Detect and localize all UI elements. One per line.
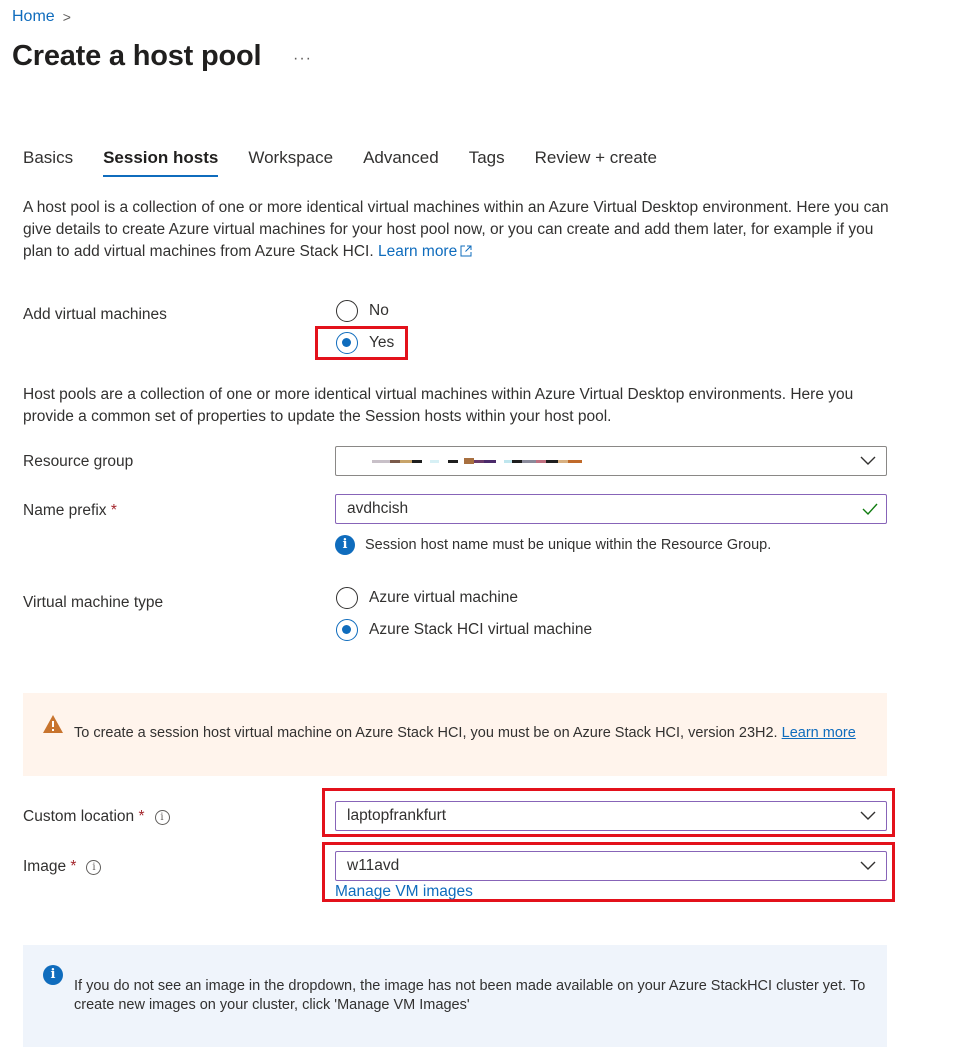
add-vms-option-no[interactable]: No [336,300,389,322]
add-vms-option-yes[interactable]: Yes [336,332,394,354]
vm-type-option-hci[interactable]: Azure Stack HCI virtual machine [336,619,592,641]
intro-learn-more-label: Learn more [377,243,458,260]
more-options-icon[interactable]: ··· [293,50,312,68]
warning-text: To create a session host virtual machine… [74,725,856,741]
image-label: Image * i [23,858,102,876]
manage-vm-images-link[interactable]: Manage VM images [335,883,473,901]
required-marker: * [70,858,77,875]
checkmark-icon [862,503,878,516]
warning-learn-more-link[interactable]: Learn more [782,725,856,741]
warning-message: To create a session host virtual machine… [74,725,778,741]
required-marker: * [138,808,145,825]
external-link-icon [460,245,472,257]
name-prefix-hint: i Session host name must be unique withi… [335,535,771,555]
chevron-down-icon [860,456,876,465]
custom-location-label: Custom location * i [23,808,170,826]
redacted-value [372,457,582,465]
tab-advanced[interactable]: Advanced [363,148,439,177]
tab-workspace[interactable]: Workspace [248,148,333,177]
intro-learn-more-link[interactable]: Learn more [378,243,472,260]
radio-yes[interactable] [336,332,358,354]
resource-group-label: Resource group [23,453,134,470]
required-marker: * [110,502,117,519]
add-vms-label: Add virtual machines [23,306,167,323]
vm-type-option-azure[interactable]: Azure virtual machine [336,587,518,609]
name-prefix-hint-text: Session host name must be unique within … [365,537,772,553]
radio-no-label: No [369,302,389,319]
info-icon: i [335,535,355,555]
name-prefix-label: Name prefix * [23,502,117,520]
breadcrumb-home-link[interactable]: Home [12,8,55,26]
name-prefix-value: avdhcish [347,500,409,517]
info-tooltip-icon[interactable]: i [154,810,170,825]
resource-group-dropdown[interactable] [335,446,887,476]
image-label-text: Image [23,858,67,875]
name-prefix-label-text: Name prefix [23,502,107,519]
wizard-tabs: Basics Session hosts Workspace Advanced … [23,148,687,177]
chevron-right-icon: > [62,9,71,25]
info-banner-text: If you do not see an image in the dropdo… [74,978,866,1013]
radio-azure-vm-label: Azure virtual machine [369,589,519,606]
radio-hci-vm-label: Azure Stack HCI virtual machine [369,621,593,638]
chevron-down-icon [860,861,876,870]
info-icon: i [43,965,63,985]
custom-location-label-text: Custom location [23,808,135,825]
radio-no[interactable] [336,300,358,322]
tab-tags[interactable]: Tags [469,148,505,177]
vm-type-label: Virtual machine type [23,594,164,611]
image-value: w11avd [347,857,400,874]
warning-banner: To create a session host virtual machine… [23,693,887,776]
info-tooltip-icon[interactable]: i [86,860,102,875]
chevron-down-icon [860,811,876,820]
name-prefix-input[interactable]: avdhcish [335,494,887,524]
image-dropdown[interactable]: w11avd [335,851,887,881]
intro-paragraph: A host pool is a collection of one or mo… [23,197,893,263]
warning-icon [43,715,63,733]
custom-location-value: laptopfrankfurt [347,807,447,824]
radio-azure-vm[interactable] [336,587,358,609]
tab-basics[interactable]: Basics [23,148,73,177]
tab-session-hosts[interactable]: Session hosts [103,148,219,177]
radio-yes-label: Yes [369,334,395,351]
session-hosts-description: Host pools are a collection of one or mo… [23,386,854,425]
breadcrumb: Home > [12,8,71,26]
radio-hci-vm[interactable] [336,619,358,641]
custom-location-dropdown[interactable]: laptopfrankfurt [335,801,887,831]
tab-review-create[interactable]: Review + create [535,148,657,177]
page-title: Create a host pool [12,40,262,72]
info-banner: i If you do not see an image in the drop… [23,945,887,1047]
